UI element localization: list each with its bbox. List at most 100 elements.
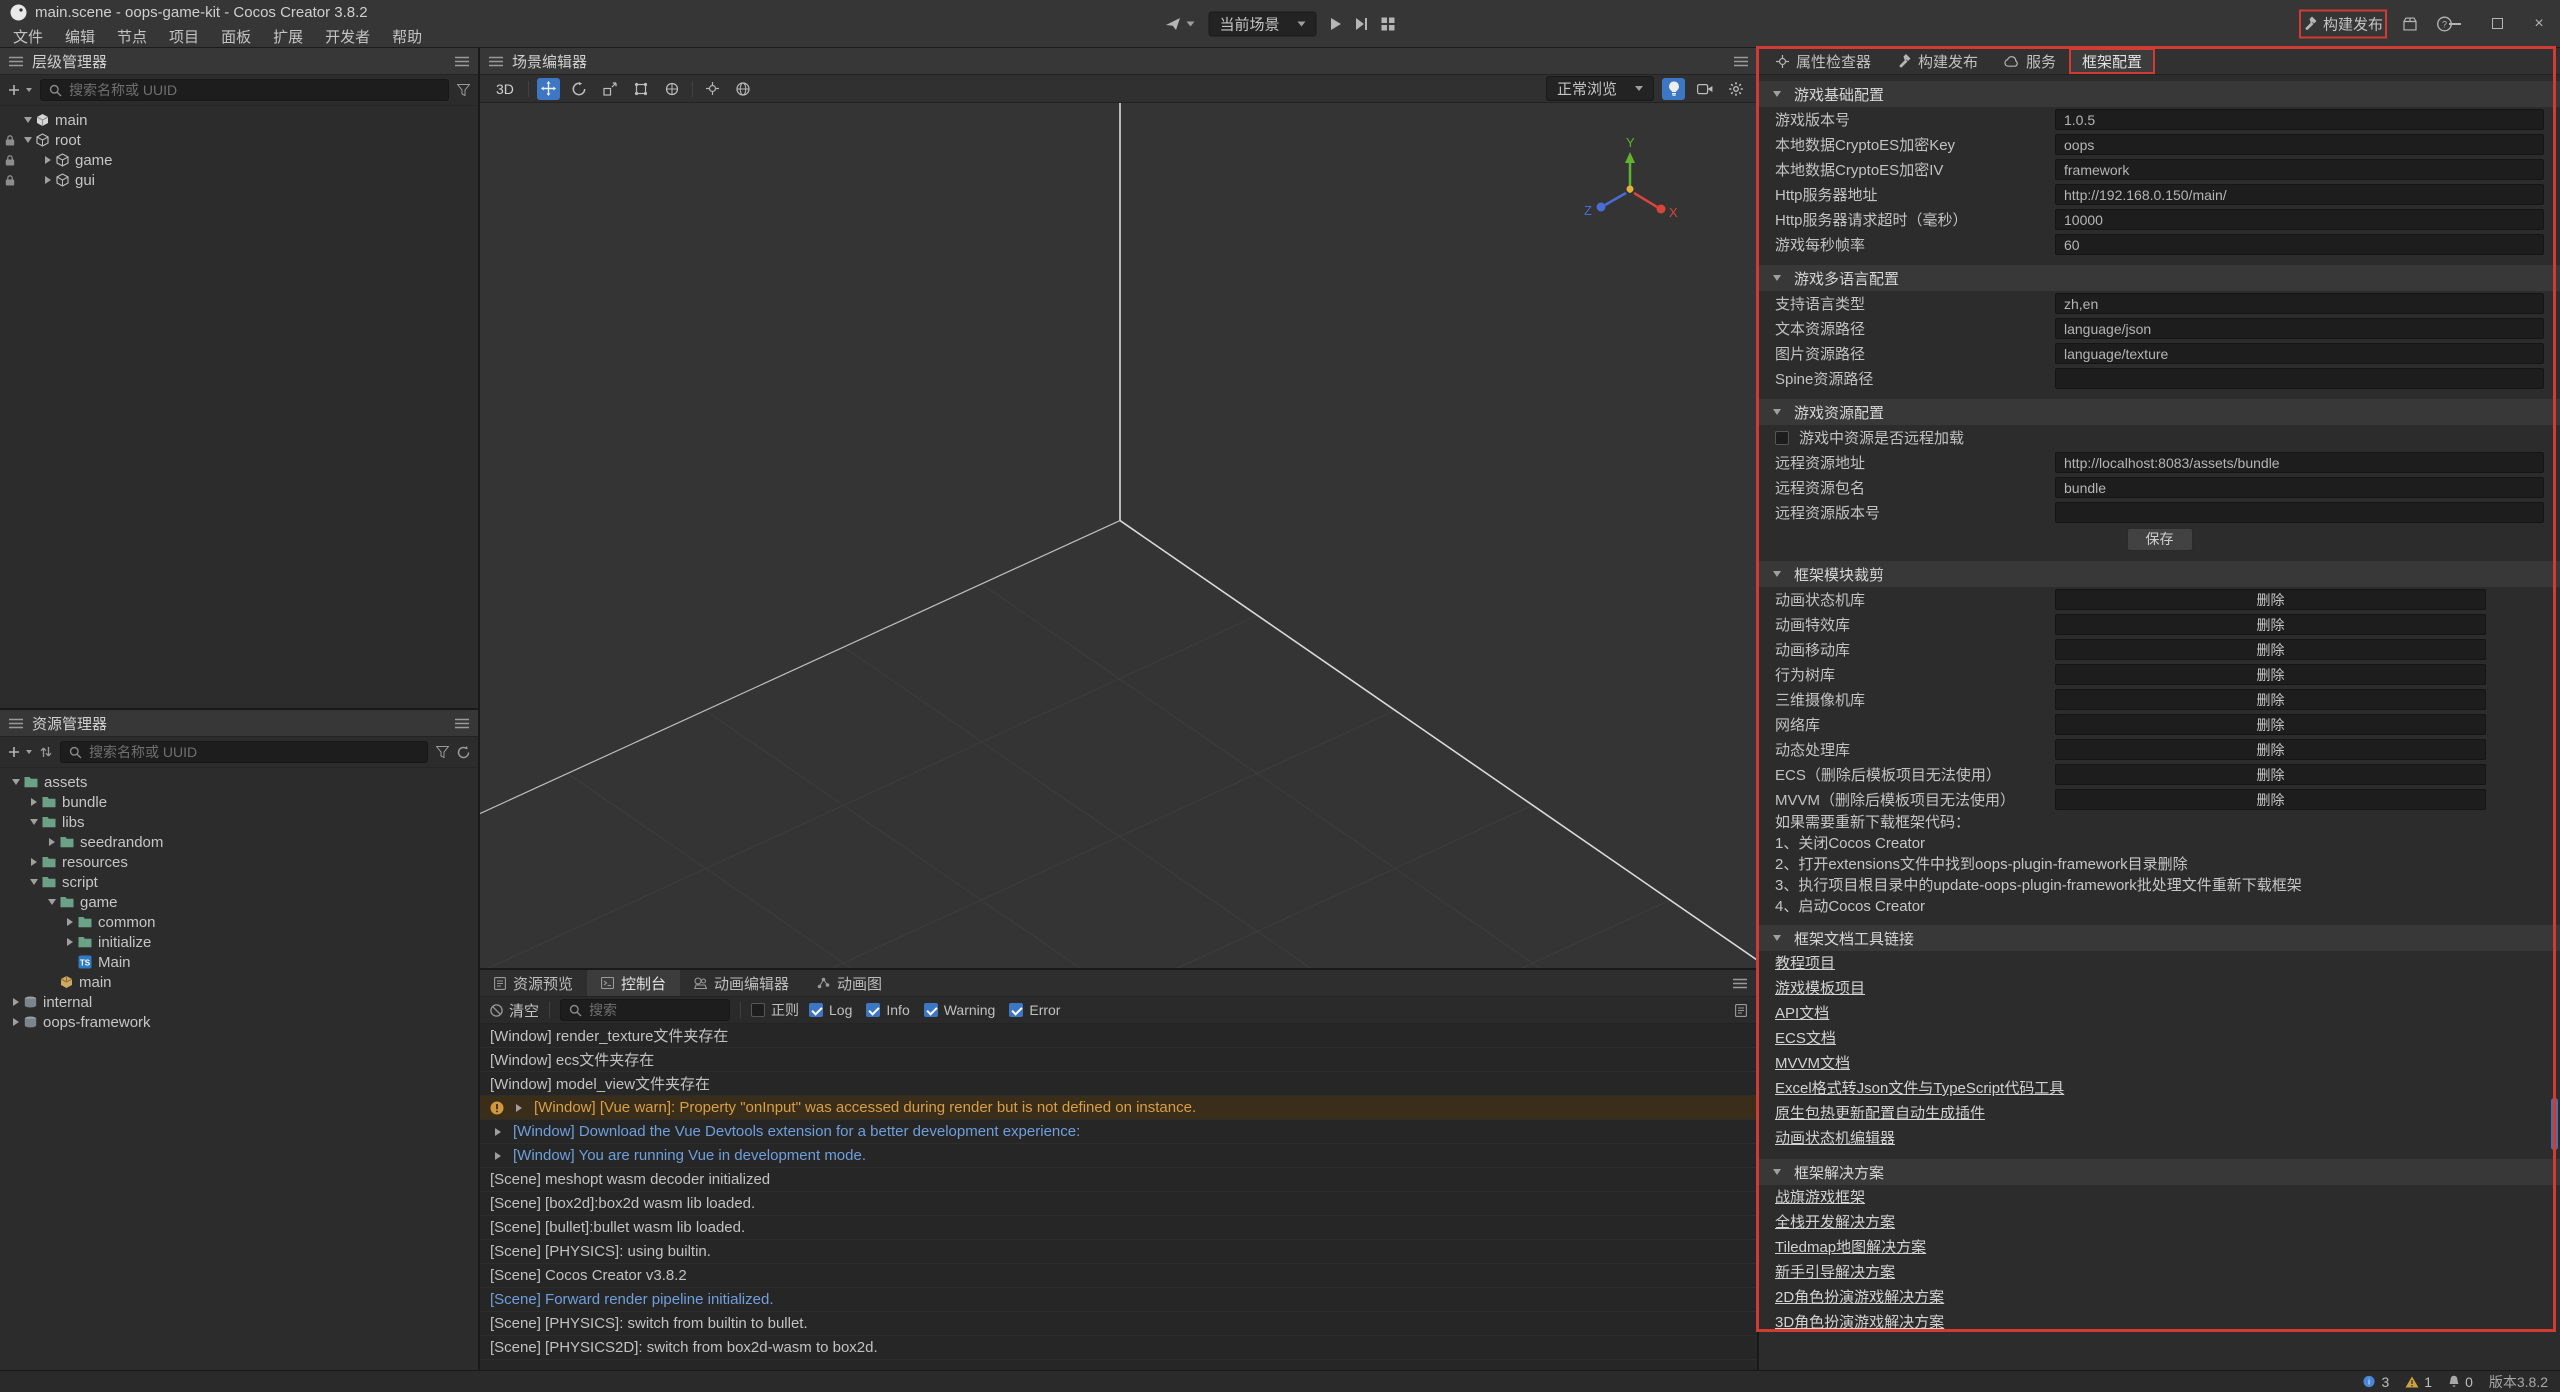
chevron-right-icon[interactable]	[45, 176, 51, 184]
chevron-down-icon[interactable]	[1773, 275, 1781, 281]
delete-button[interactable]: 删除	[2257, 615, 2285, 635]
remote-load-checkbox[interactable]	[1775, 431, 1789, 445]
delete-button[interactable]: 删除	[2257, 690, 2285, 710]
hierarchy-search-input[interactable]	[69, 82, 440, 98]
panel-menu-icon[interactable]	[9, 56, 23, 67]
log-filter[interactable]: Error	[1009, 1002, 1060, 1018]
chevron-right-icon[interactable]	[31, 858, 37, 866]
menu-item[interactable]: 开发者	[314, 25, 381, 48]
notification-count[interactable]: 0	[2448, 1374, 2473, 1390]
export-log-button[interactable]	[1735, 1004, 1747, 1017]
asset-item[interactable]: main	[0, 972, 478, 992]
property-input[interactable]	[2055, 318, 2544, 339]
menu-item[interactable]: 面板	[210, 25, 262, 48]
chevron-down-icon[interactable]	[1773, 1169, 1781, 1175]
tab-inspector[interactable]: 属性检查器	[1763, 48, 1884, 74]
menu-item[interactable]: 节点	[106, 25, 158, 48]
asset-item[interactable]: bundle	[0, 792, 478, 812]
chevron-right-icon[interactable]	[49, 838, 55, 846]
log-row[interactable]: [Scene] Forward render pipeline initiali…	[480, 1288, 1757, 1312]
doc-link[interactable]: MVVM文档	[1759, 1051, 2560, 1076]
log-row[interactable]: [Scene] [box2d]:box2d wasm lib loaded.	[480, 1192, 1757, 1216]
scrollbar[interactable]	[2551, 75, 2559, 1370]
log-row[interactable]: [Scene] [PHYSICS]: using builtin.	[480, 1240, 1757, 1264]
chevron-right-icon[interactable]	[45, 156, 51, 164]
close-button[interactable]: ×	[2528, 14, 2550, 34]
assets-filter-button[interactable]	[436, 746, 449, 758]
chevron-down-icon[interactable]	[48, 899, 56, 905]
solution-link[interactable]: 3D角色扮演游戏解决方案	[1759, 1310, 2560, 1335]
log-row[interactable]: [Window] [Vue warn]: Property "onInput" …	[480, 1096, 1757, 1120]
hierarchy-node[interactable]: game	[0, 150, 478, 170]
asset-item[interactable]: seedrandom	[0, 832, 478, 852]
menu-item[interactable]: 扩展	[262, 25, 314, 48]
property-input[interactable]	[2055, 477, 2544, 498]
axis-gizmo[interactable]: Y X Z	[1555, 131, 1705, 251]
delete-button[interactable]: 删除	[2257, 790, 2285, 810]
log-row[interactable]: [Scene] meshopt wasm decoder initialized	[480, 1168, 1757, 1192]
chevron-down-icon[interactable]	[12, 779, 20, 785]
panel-options-icon[interactable]	[455, 56, 469, 67]
rotate-tool-button[interactable]	[568, 78, 591, 100]
delete-button[interactable]: 删除	[2257, 665, 2285, 685]
hierarchy-node[interactable]: main	[0, 110, 478, 130]
regex-toggle[interactable]: 正则	[751, 1000, 799, 1020]
property-input[interactable]	[2055, 293, 2544, 314]
chevron-right-icon[interactable]	[13, 1018, 19, 1026]
doc-link[interactable]: 原生包热更新配置自动生成插件	[1759, 1101, 2560, 1126]
panel-options-icon[interactable]	[455, 718, 469, 729]
chevron-right-icon[interactable]	[13, 998, 19, 1006]
minimize-button[interactable]	[2444, 14, 2466, 34]
console-tab[interactable]: 动画编辑器	[680, 970, 803, 996]
menu-item[interactable]: 文件	[2, 25, 54, 48]
lock-icon[interactable]	[0, 135, 20, 146]
chevron-right-icon[interactable]	[67, 938, 73, 946]
solution-link[interactable]: 战旗游戏框架	[1759, 1185, 2560, 1210]
doc-link[interactable]: API文档	[1759, 1001, 2560, 1026]
section-header[interactable]: 游戏资源配置	[1759, 399, 2560, 425]
console-search-input[interactable]	[589, 1002, 721, 1018]
pivot-toggle-button[interactable]	[701, 78, 724, 100]
property-input[interactable]	[2055, 109, 2544, 130]
asset-item[interactable]: resources	[0, 852, 478, 872]
property-input[interactable]	[2055, 452, 2544, 473]
delete-button[interactable]: 删除	[2257, 590, 2285, 610]
log-row[interactable]: [Window] model_view文件夹存在	[480, 1072, 1757, 1096]
solution-link[interactable]: Tiledmap地图解决方案	[1759, 1235, 2560, 1260]
move-tool-button[interactable]	[537, 78, 560, 100]
tab-build[interactable]: 构建发布	[1884, 48, 1991, 74]
warning-count[interactable]: 1	[2405, 1374, 2432, 1390]
chevron-right-icon[interactable]	[31, 798, 37, 806]
chevron-down-icon[interactable]	[24, 117, 32, 123]
chevron-down-icon[interactable]	[1773, 935, 1781, 941]
rect-tool-button[interactable]	[630, 78, 653, 100]
step-button[interactable]	[1356, 17, 1368, 30]
chevron-down-icon[interactable]	[1773, 91, 1781, 97]
log-row[interactable]: [Window] Download the Vue Devtools exten…	[480, 1120, 1757, 1144]
console-tab[interactable]: 资源预览	[480, 970, 587, 996]
asset-item[interactable]: libs	[0, 812, 478, 832]
chevron-down-icon[interactable]	[30, 819, 38, 825]
hierarchy-node[interactable]: root	[0, 130, 478, 150]
refresh-assets-button[interactable]	[457, 746, 470, 759]
scrollbar-thumb[interactable]	[2551, 1098, 2558, 1150]
scene-select[interactable]: 当前场景	[1208, 11, 1316, 36]
property-input[interactable]	[2055, 368, 2544, 389]
log-row[interactable]: [Window] ecs文件夹存在	[480, 1048, 1757, 1072]
log-row[interactable]: [Scene] [PHYSICS2D]: switch from box2d-w…	[480, 1336, 1757, 1360]
tab-service[interactable]: 服务	[1991, 48, 2069, 74]
panel-options-icon[interactable]	[1734, 56, 1748, 67]
section-header[interactable]: 游戏多语言配置	[1759, 265, 2560, 291]
log-row[interactable]: [Window] You are running Vue in developm…	[480, 1144, 1757, 1168]
asset-item[interactable]: initialize	[0, 932, 478, 952]
asset-item[interactable]: internal	[0, 992, 478, 1012]
chevron-down-icon[interactable]	[1773, 409, 1781, 415]
chevron-down-icon[interactable]	[1773, 571, 1781, 577]
doc-link[interactable]: ECS文档	[1759, 1026, 2560, 1051]
asset-item[interactable]: oops-framework	[0, 1012, 478, 1032]
lock-icon[interactable]	[0, 175, 20, 186]
doc-link[interactable]: 教程项目	[1759, 951, 2560, 976]
log-filter[interactable]: Log	[809, 1002, 852, 1018]
build-publish-button[interactable]: 构建发布	[2303, 13, 2383, 34]
delete-button[interactable]: 删除	[2257, 715, 2285, 735]
